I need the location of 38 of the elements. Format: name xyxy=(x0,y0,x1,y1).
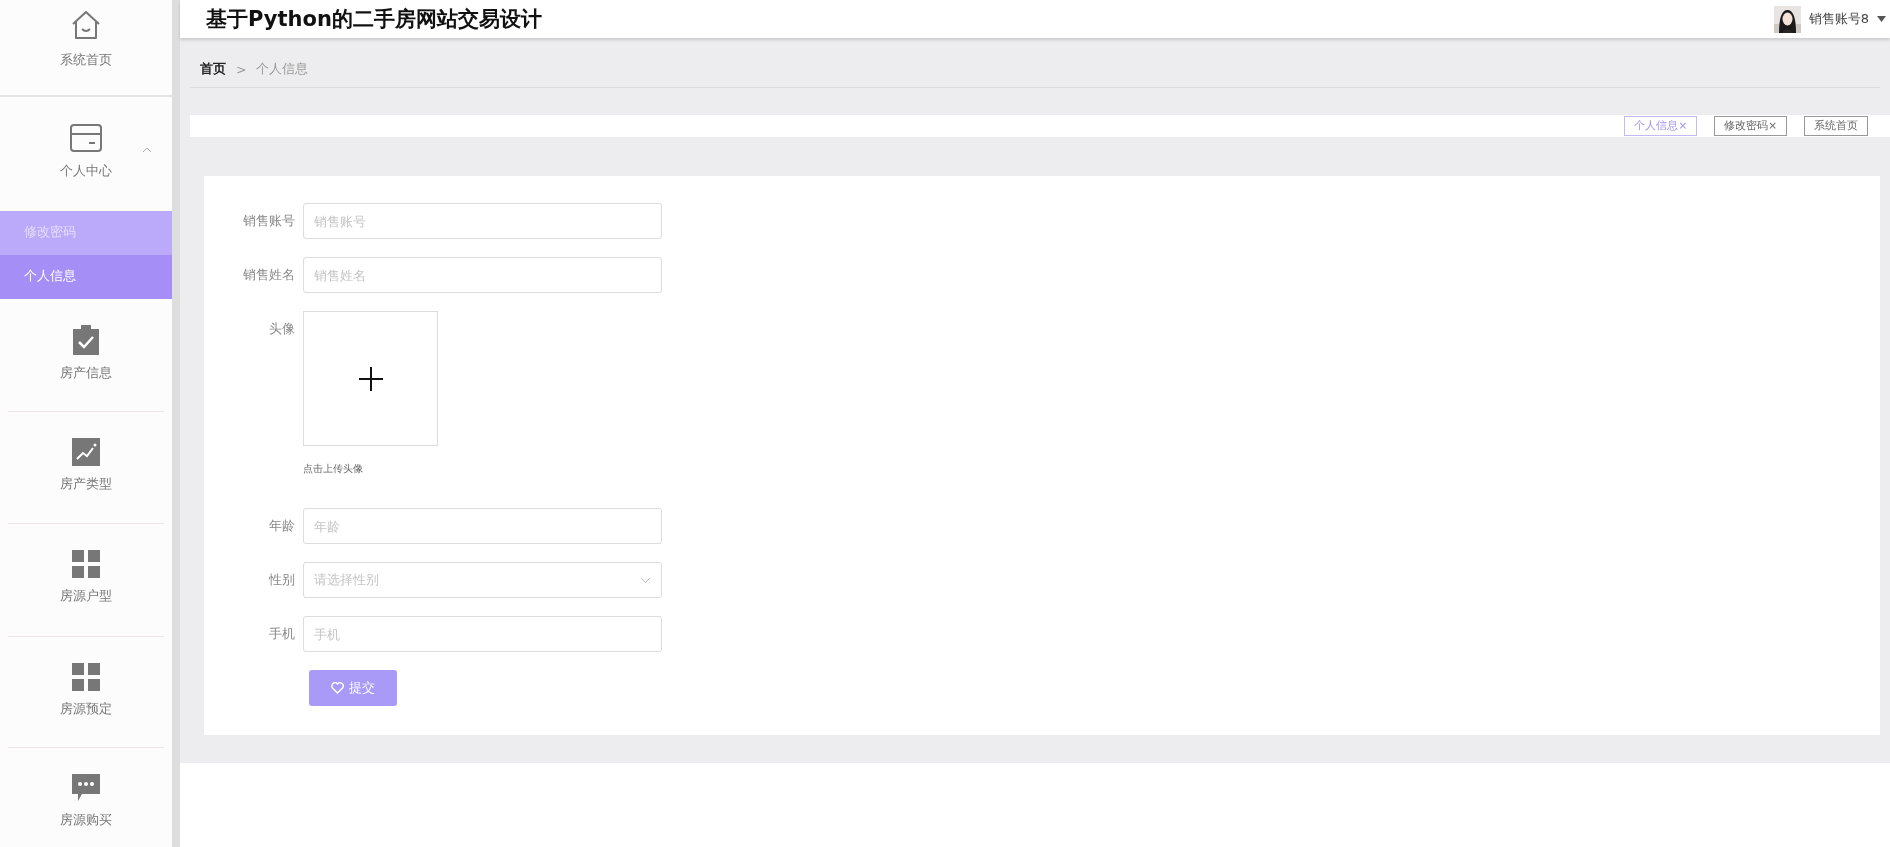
input-field[interactable]: 销售账号 xyxy=(303,203,662,239)
sidebar-item[interactable]: 房产类型 xyxy=(8,412,164,524)
field-label: 性别 xyxy=(268,571,296,589)
plus-icon xyxy=(357,365,384,392)
breadcrumb-separator: > xyxy=(236,62,247,77)
chart-icon xyxy=(72,438,100,467)
sidebar-item[interactable]: 房源购买 xyxy=(0,748,172,847)
submit-button[interactable]: 提交 xyxy=(309,670,397,706)
chat-icon xyxy=(72,774,100,803)
sidebar-item[interactable]: 个人中心 xyxy=(0,97,172,211)
sidebar-item[interactable]: 房源预定 xyxy=(8,637,164,749)
site-title: 基于Python的二手房网站交易设计 xyxy=(206,6,542,33)
card-icon xyxy=(69,123,103,154)
page-tag[interactable]: 系统首页 xyxy=(1804,116,1868,136)
field-label: 销售账号 xyxy=(242,212,296,230)
input-field[interactable]: 手机 xyxy=(303,616,662,652)
grid-icon xyxy=(72,663,100,692)
breadcrumb-item[interactable]: 个人信息 xyxy=(256,61,309,78)
page-tag[interactable]: 个人信息× xyxy=(1624,116,1698,136)
field-label: 年龄 xyxy=(268,517,296,535)
heart-icon xyxy=(331,682,344,694)
field-label: 手机 xyxy=(268,625,296,643)
sidebar-item[interactable]: 房产信息 xyxy=(8,298,164,413)
caret-up-icon[interactable] xyxy=(142,147,152,154)
user-name[interactable]: 销售账号8 xyxy=(1808,10,1869,28)
clipboard-check-icon xyxy=(73,324,99,355)
field-label: 销售姓名 xyxy=(242,266,296,284)
chevron-down-icon xyxy=(640,576,651,584)
sidebar-item[interactable]: 房源户型 xyxy=(8,523,164,638)
caret-down-icon[interactable] xyxy=(1877,16,1886,22)
page-tag[interactable]: 修改密码× xyxy=(1714,116,1787,136)
sidebar-item[interactable]: 系统首页 xyxy=(0,0,172,96)
breadcrumb-item[interactable]: 首页 xyxy=(200,61,226,78)
grid-icon xyxy=(72,549,100,578)
upload-hint: 点击上传头像 xyxy=(303,462,364,476)
upload-box[interactable] xyxy=(303,311,438,446)
field-label: 头像 xyxy=(268,320,296,338)
submenu-item[interactable]: 个人信息 xyxy=(0,254,172,299)
